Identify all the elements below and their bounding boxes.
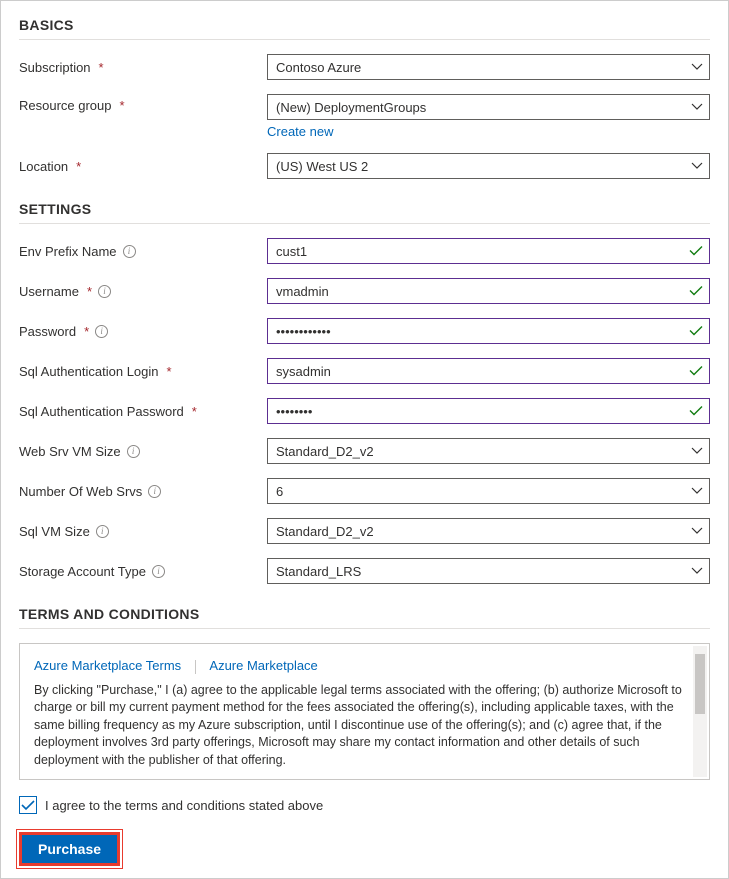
env-prefix-label: Env Prefix Name i	[19, 244, 267, 259]
chevron-down-icon	[691, 447, 703, 455]
section-basics-title: BASICS	[19, 17, 710, 40]
row-sql-vm-size: Sql VM Size i Standard_D2_v2	[19, 518, 710, 544]
chevron-down-icon	[691, 487, 703, 495]
create-new-link[interactable]: Create new	[267, 124, 333, 139]
num-web-srvs-select[interactable]: 6	[267, 478, 710, 504]
row-num-web-srvs: Number Of Web Srvs i 6	[19, 478, 710, 504]
row-resource-group: Resource group* (New) DeploymentGroups C…	[19, 94, 710, 139]
sql-vm-size-label: Sql VM Size i	[19, 524, 267, 539]
username-input[interactable]: vmadmin	[267, 278, 710, 304]
subscription-select[interactable]: Contoso Azure	[267, 54, 710, 80]
resource-group-value: (New) DeploymentGroups	[276, 100, 426, 115]
username-label: Username* i	[19, 284, 267, 299]
terms-body: By clicking "Purchase," I (a) agree to t…	[34, 682, 691, 770]
sql-password-label: Sql Authentication Password*	[19, 404, 267, 419]
subscription-value: Contoso Azure	[276, 60, 361, 75]
sql-login-label: Sql Authentication Login*	[19, 364, 267, 379]
check-icon	[689, 246, 703, 257]
subscription-label: Subscription*	[19, 60, 267, 75]
resource-group-label: Resource group*	[19, 94, 267, 113]
form-panel: BASICS Subscription* Contoso Azure Resou…	[0, 0, 729, 879]
check-icon	[689, 326, 703, 337]
password-label: Password* i	[19, 324, 267, 339]
info-icon[interactable]: i	[127, 445, 140, 458]
resource-group-select[interactable]: (New) DeploymentGroups	[267, 94, 710, 120]
check-icon	[689, 286, 703, 297]
info-icon[interactable]: i	[148, 485, 161, 498]
location-value: (US) West US 2	[276, 159, 368, 174]
num-web-srvs-label: Number Of Web Srvs i	[19, 484, 267, 499]
marketplace-link[interactable]: Azure Marketplace	[209, 658, 317, 673]
row-location: Location* (US) West US 2	[19, 153, 710, 179]
scrollbar[interactable]	[693, 646, 707, 777]
scrollbar-thumb[interactable]	[695, 654, 705, 714]
row-username: Username* i vmadmin	[19, 278, 710, 304]
section-terms-title: TERMS AND CONDITIONS	[19, 606, 710, 629]
purchase-button[interactable]: Purchase	[19, 832, 120, 866]
info-icon[interactable]: i	[123, 245, 136, 258]
marketplace-terms-link[interactable]: Azure Marketplace Terms	[34, 658, 181, 673]
sql-login-input[interactable]: sysadmin	[267, 358, 710, 384]
terms-links: Azure Marketplace Terms Azure Marketplac…	[34, 654, 691, 674]
chevron-down-icon	[691, 527, 703, 535]
storage-type-label: Storage Account Type i	[19, 564, 267, 579]
info-icon[interactable]: i	[152, 565, 165, 578]
env-prefix-input[interactable]: cust1	[267, 238, 710, 264]
row-env-prefix: Env Prefix Name i cust1	[19, 238, 710, 264]
row-web-vm-size: Web Srv VM Size i Standard_D2_v2	[19, 438, 710, 464]
check-icon	[689, 366, 703, 377]
divider	[195, 660, 196, 674]
location-label: Location*	[19, 159, 267, 174]
info-icon[interactable]: i	[96, 525, 109, 538]
row-subscription: Subscription* Contoso Azure	[19, 54, 710, 80]
check-icon	[689, 406, 703, 417]
agree-row: I agree to the terms and conditions stat…	[19, 796, 710, 814]
row-password: Password* i ••••••••••••	[19, 318, 710, 344]
row-sql-password: Sql Authentication Password* ••••••••	[19, 398, 710, 424]
terms-box: Azure Marketplace Terms Azure Marketplac…	[19, 643, 710, 780]
location-select[interactable]: (US) West US 2	[267, 153, 710, 179]
info-icon[interactable]: i	[98, 285, 111, 298]
sql-password-input[interactable]: ••••••••	[267, 398, 710, 424]
agree-label: I agree to the terms and conditions stat…	[45, 798, 323, 813]
row-storage-type: Storage Account Type i Standard_LRS	[19, 558, 710, 584]
storage-type-select[interactable]: Standard_LRS	[267, 558, 710, 584]
sql-vm-size-select[interactable]: Standard_D2_v2	[267, 518, 710, 544]
info-icon[interactable]: i	[95, 325, 108, 338]
section-settings-title: SETTINGS	[19, 201, 710, 224]
web-vm-size-select[interactable]: Standard_D2_v2	[267, 438, 710, 464]
chevron-down-icon	[691, 103, 703, 111]
chevron-down-icon	[691, 567, 703, 575]
chevron-down-icon	[691, 162, 703, 170]
web-vm-size-label: Web Srv VM Size i	[19, 444, 267, 459]
check-icon	[21, 800, 35, 811]
chevron-down-icon	[691, 63, 703, 71]
row-sql-login: Sql Authentication Login* sysadmin	[19, 358, 710, 384]
agree-checkbox[interactable]	[19, 796, 37, 814]
password-input[interactable]: ••••••••••••	[267, 318, 710, 344]
